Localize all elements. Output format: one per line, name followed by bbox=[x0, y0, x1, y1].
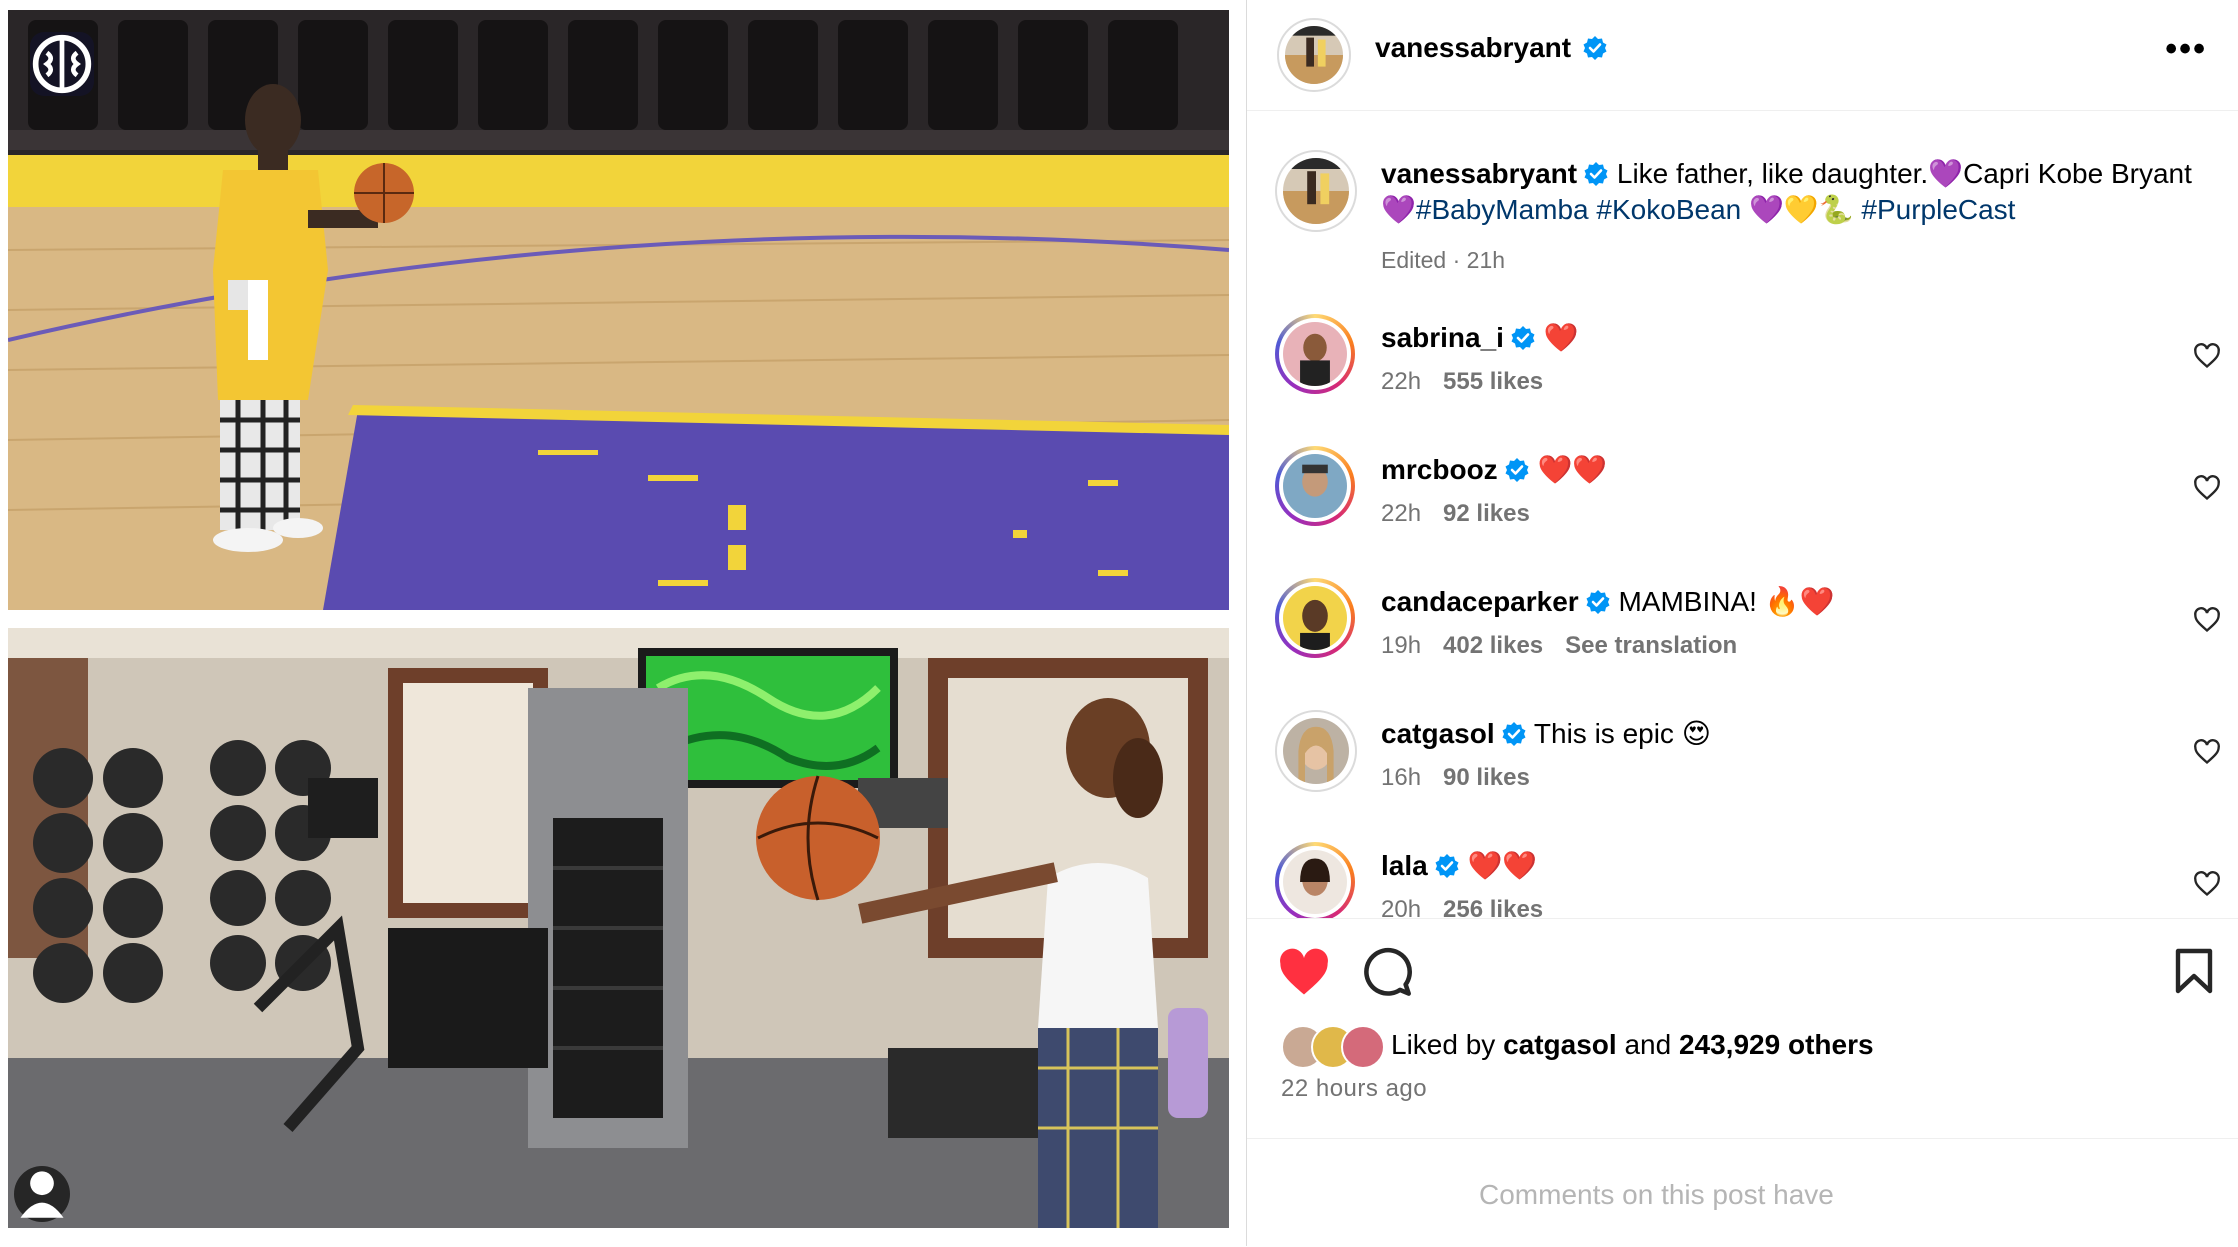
verified-badge-icon bbox=[1586, 590, 1610, 614]
commenter-avatar[interactable] bbox=[1275, 842, 1355, 918]
comment-item: candaceparker MAMBINA! 🔥❤️ 19h 402 likes S… bbox=[1247, 574, 2238, 684]
comment-likes[interactable]: 402 likes bbox=[1443, 632, 1543, 659]
caption-edited-meta: Edited · 21h bbox=[1381, 247, 1506, 273]
post-actions: Liked by catgasol and 243,929 others 22 … bbox=[1247, 918, 2238, 1139]
post-header: vanessabryant ••• bbox=[1247, 0, 2238, 111]
hashtag-babymamba[interactable]: #BabyMamba bbox=[1416, 194, 1589, 225]
comment-item: lala ❤️❤️ 20h 256 likes bbox=[1247, 838, 2238, 918]
author-username[interactable]: vanessabryant bbox=[1375, 32, 1571, 63]
comment-text: ❤️ bbox=[1543, 322, 1579, 353]
caption-text: Like father, like daughter.💜Capri Kobe B… bbox=[1616, 158, 2192, 189]
verified-badge-icon bbox=[1435, 854, 1459, 878]
comments-disabled-text: Comments on this post have bbox=[1479, 1179, 1834, 1210]
comment-likes[interactable]: 92 likes bbox=[1443, 500, 1530, 527]
commenter-avatar[interactable] bbox=[1275, 710, 1357, 792]
verified-badge-icon bbox=[1505, 458, 1529, 482]
post-timestamp[interactable]: 22 hours ago bbox=[1281, 1075, 1427, 1103]
photo-daughter-in-gym bbox=[8, 628, 1229, 1228]
verified-badge-icon bbox=[1502, 722, 1526, 746]
comment-username[interactable]: catgasol bbox=[1381, 718, 1495, 749]
commenter-avatar[interactable] bbox=[1275, 446, 1355, 526]
comment-text: MAMBINA! 🔥❤️ bbox=[1618, 586, 1835, 617]
commenter-avatar[interactable] bbox=[1275, 578, 1355, 658]
comment-username[interactable]: mrcbooz bbox=[1381, 454, 1498, 485]
comment-likes[interactable]: 90 likes bbox=[1443, 764, 1530, 791]
comment-time: 20h bbox=[1381, 896, 1422, 918]
verified-badge-icon bbox=[1511, 326, 1535, 350]
verified-badge-icon bbox=[1584, 162, 1608, 186]
brain-icon[interactable] bbox=[30, 32, 94, 96]
post-media[interactable] bbox=[0, 0, 1246, 1246]
comment-text: ❤️❤️ bbox=[1467, 850, 1538, 881]
comment-likes[interactable]: 555 likes bbox=[1443, 368, 1543, 395]
likes-summary[interactable]: Liked by catgasol and 243,929 others bbox=[1281, 1025, 1874, 1069]
see-translation-link[interactable]: See translation bbox=[1565, 632, 1737, 659]
liker-avatars bbox=[1281, 1025, 1385, 1069]
heart-filled-icon[interactable] bbox=[1277, 947, 1331, 997]
heart-outline-icon[interactable] bbox=[2193, 738, 2221, 766]
photo-father-on-court bbox=[8, 10, 1229, 610]
comment-username[interactable]: lala bbox=[1381, 850, 1428, 881]
hashtag-purplecast[interactable]: #PurpleCast bbox=[1861, 194, 2015, 225]
liked-by-label: Liked by bbox=[1391, 1029, 1496, 1060]
author-avatar[interactable] bbox=[1277, 18, 1351, 92]
comment-bubble-icon[interactable] bbox=[1361, 947, 1413, 999]
comment-item: sabrina_i ❤️ 22h 555 likes bbox=[1247, 310, 2238, 420]
bookmark-icon[interactable] bbox=[2173, 947, 2215, 995]
and-label: and bbox=[1624, 1029, 1672, 1060]
heart-outline-icon[interactable] bbox=[2193, 870, 2221, 898]
heart-outline-icon[interactable] bbox=[2193, 342, 2221, 370]
first-liker-username[interactable]: catgasol bbox=[1503, 1029, 1617, 1061]
post-caption: vanessabryant Like father, like daughter… bbox=[1381, 156, 2211, 278]
more-options-button[interactable]: ••• bbox=[2165, 30, 2207, 69]
comment-item: catgasol This is epic 😍 16h 90 likes bbox=[1247, 706, 2238, 816]
comment-text: ❤️❤️ bbox=[1537, 454, 1608, 485]
comments-list[interactable]: sabrina_i ❤️ 22h 555 likes mrcbooz ❤️❤️ 2… bbox=[1247, 290, 2238, 918]
comment-likes[interactable]: 256 likes bbox=[1443, 896, 1543, 918]
heart-outline-icon[interactable] bbox=[2193, 606, 2221, 634]
caption-emoji: 💜 bbox=[1381, 194, 1416, 225]
comments-disabled-bar: Comments on this post have bbox=[1247, 1138, 2238, 1247]
caption-author-avatar[interactable] bbox=[1275, 150, 1357, 232]
other-likes-count[interactable]: 243,929 others bbox=[1679, 1029, 1874, 1061]
comment-text: This is epic 😍 bbox=[1533, 718, 1711, 749]
caption-username[interactable]: vanessabryant bbox=[1381, 158, 1577, 189]
comment-time: 22h bbox=[1381, 500, 1422, 527]
person-icon[interactable] bbox=[14, 1166, 70, 1222]
comment-time: 22h bbox=[1381, 368, 1422, 395]
commenter-avatar[interactable] bbox=[1275, 314, 1355, 394]
caption-emoji-group: 💜💛🐍 bbox=[1749, 194, 1854, 225]
comment-time: 19h bbox=[1381, 632, 1422, 659]
comment-time: 16h bbox=[1381, 764, 1422, 791]
post-details-panel: vanessabryant ••• vanessabryant Like fat… bbox=[1246, 0, 2238, 1246]
comment-username[interactable]: sabrina_i bbox=[1381, 322, 1504, 353]
comment-item: mrcbooz ❤️❤️ 22h 92 likes bbox=[1247, 442, 2238, 552]
heart-outline-icon[interactable] bbox=[2193, 474, 2221, 502]
hashtag-kokobean[interactable]: #KokoBean bbox=[1596, 194, 1741, 225]
comment-username[interactable]: candaceparker bbox=[1381, 586, 1579, 617]
fade-overlay bbox=[1847, 1149, 2238, 1245]
verified-badge-icon bbox=[1583, 36, 1607, 60]
